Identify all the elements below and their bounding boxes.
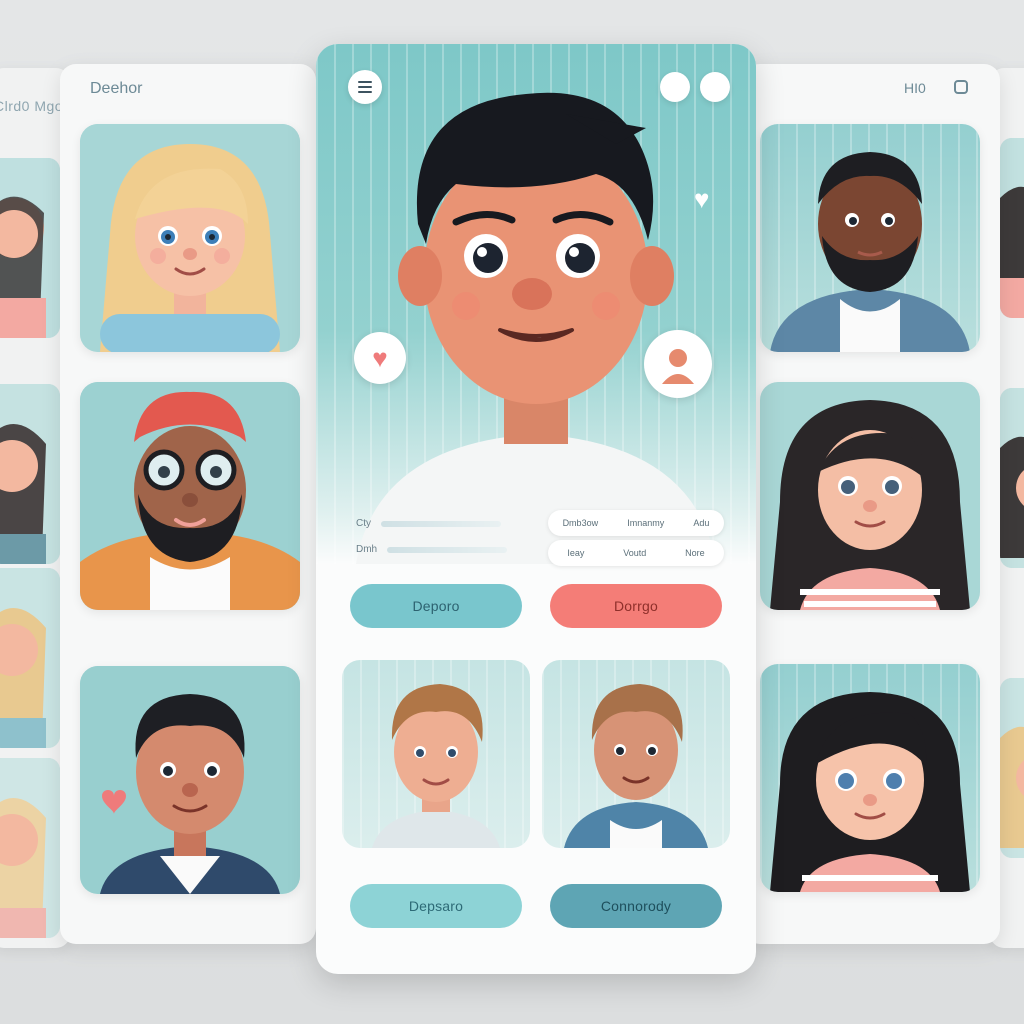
match-card-hoodie-man[interactable] — [542, 660, 730, 848]
far-card[interactable] — [0, 158, 60, 338]
chip-text: Imnanmy — [627, 518, 665, 528]
info-label: Dmh — [356, 544, 378, 555]
menu-button[interactable] — [348, 70, 382, 104]
far-card[interactable] — [0, 568, 60, 748]
chip-text: Dmb3ow — [562, 518, 599, 528]
deporo-button[interactable]: Deporo — [350, 584, 522, 628]
chip-text: Nore — [685, 548, 705, 558]
info-label: Cty — [356, 518, 371, 529]
profile-avatar-icon[interactable] — [644, 330, 712, 398]
detail-chip-row: Dmb3ow Imnanmy Adu — [548, 510, 724, 536]
panel-title: Deehor — [90, 80, 143, 97]
chip-text: Voutd — [623, 548, 647, 558]
far-card[interactable] — [0, 384, 60, 564]
profile-card-woman-bangs[interactable] — [760, 664, 980, 892]
record-icon[interactable] — [954, 80, 968, 94]
detail-chip-row: Ieay Voutd Nore — [548, 540, 724, 566]
profile-card-blonde-woman[interactable] — [80, 124, 300, 352]
left-profile-panel: Deehor — [60, 64, 316, 944]
dorrgo-button[interactable]: Dorrgo — [550, 584, 722, 628]
like-heart-icon[interactable]: ♥ — [354, 332, 406, 384]
far-card[interactable] — [0, 758, 60, 938]
profile-card-bearded-man-hoodie[interactable] — [760, 124, 980, 352]
heart-icon[interactable]: ♥ — [660, 72, 690, 102]
info-value-bar — [387, 546, 508, 553]
right-profile-panel: HI0 — [744, 64, 1000, 944]
far-card[interactable] — [1000, 388, 1024, 568]
hero-profile-image[interactable] — [316, 44, 756, 564]
far-left-title: Clrd0 Mgo — [0, 98, 64, 114]
info-row-city: Cty — [356, 518, 501, 529]
connect-button[interactable]: Connorody — [550, 884, 722, 928]
heart-icon[interactable]: ♥ — [700, 72, 730, 102]
floating-heart-icon: ♥ — [694, 184, 710, 214]
far-card[interactable] — [1000, 678, 1024, 858]
info-value-bar — [381, 520, 501, 527]
panel-badge: HI0 — [904, 80, 926, 96]
profile-card-bearded-man-glasses[interactable] — [80, 382, 300, 610]
profile-card-dark-hair-woman[interactable] — [760, 382, 980, 610]
info-row-dmh: Dmh — [356, 544, 508, 555]
far-card[interactable] — [1000, 138, 1024, 318]
chip-text: Adu — [693, 518, 710, 528]
chip-text: Ieay — [567, 548, 585, 558]
profile-card-dark-hair-man[interactable] — [80, 666, 300, 894]
depsaro-button[interactable]: Depsaro — [350, 884, 522, 928]
main-profile-screen: ♥ ♥ ♥ ♥ Cty Dmh Dmb3ow Imnanmy Adu Ieay … — [316, 44, 756, 974]
match-card-brown-hair-man[interactable] — [342, 660, 530, 848]
